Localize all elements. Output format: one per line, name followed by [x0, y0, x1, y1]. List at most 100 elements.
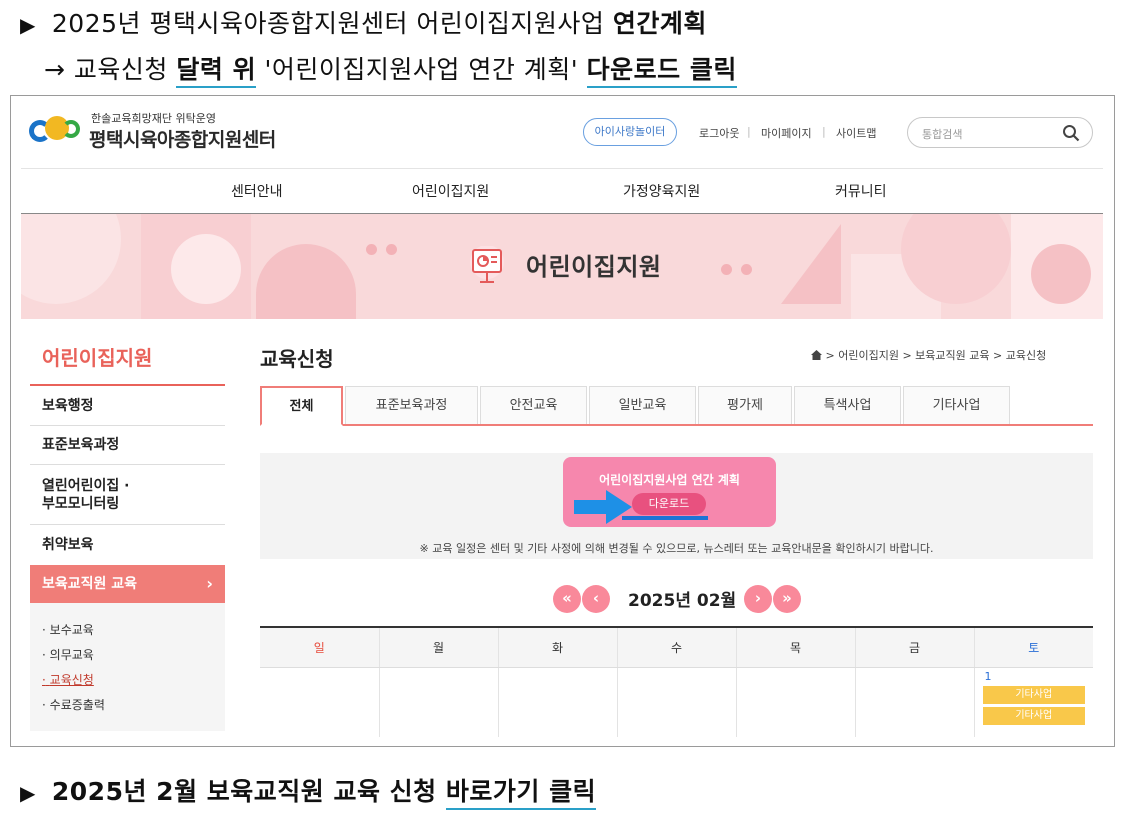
instruction-text: 2025년 2월 보육교직원 교육 신청 [51, 777, 446, 806]
presentation-icon [470, 246, 504, 283]
tab-special[interactable]: 특색사업 [794, 386, 901, 424]
triangle-icon: ▶ [20, 781, 36, 805]
calendar-cell [855, 667, 975, 737]
calendar-cell [617, 667, 737, 737]
instruction-text: 2025년 평택시육아종합지원센터 어린이집지원사업 [51, 9, 613, 38]
notice-text: ※ 교육 일정은 센터 및 기타 사정에 의해 변경될 수 있으므로, 뉴스레터… [419, 542, 934, 555]
prev-month-button[interactable]: ‹ [582, 585, 610, 613]
weekday-wed: 수 [617, 627, 737, 668]
crumb-item[interactable]: 보육교직원 교육 [915, 349, 989, 362]
bullet-icon: · [42, 623, 46, 637]
sidebar-item-vulnerable[interactable]: 취약보육 [30, 525, 225, 565]
util-separator: | [822, 125, 826, 138]
sidebar-item-label: 열린어린이집 · 부모모니터링 [42, 478, 130, 512]
page-title: 교육신청 [260, 347, 334, 371]
main-nav: 센터안내 어린이집지원 가정양육지원 커뮤니티 [21, 168, 1103, 214]
instruction-line-1: ▶ 2025년 평택시육아종합지원센터 어린이집지원사업 연간계획 [20, 4, 707, 40]
home-icon[interactable] [811, 350, 822, 360]
day-number: 1 [984, 669, 992, 683]
last-month-button[interactable]: » [773, 585, 801, 613]
mypage-link[interactable]: 마이페이지 [761, 125, 812, 141]
sidebar-item-admin[interactable]: 보육행정 [30, 386, 225, 426]
screenshot-frame: 한솔교육희망재단 위탁운영 평택시육아종합지원센터 아이사랑놀이터 로그아웃 |… [10, 95, 1115, 747]
nav-home-parenting[interactable]: 가정양육지원 [623, 181, 700, 201]
next-month-button[interactable]: › [744, 585, 772, 613]
site-header: 한솔교육희망재단 위탁운영 평택시육아종합지원센터 아이사랑놀이터 로그아웃 |… [11, 96, 1114, 168]
tab-evaluation[interactable]: 평가제 [698, 386, 792, 424]
weekday-tue: 화 [498, 627, 618, 668]
breadcrumb: > 어린이집지원 > 보육교직원 교육 > 교육신청 [811, 347, 1046, 363]
instruction-line-3: ▶ 2025년 2월 보육교직원 교육 신청 바로가기 클릭 [20, 772, 597, 810]
weekday-thu: 목 [736, 627, 856, 668]
bullet-icon: · [42, 673, 46, 687]
weekday-sat: 토 [974, 627, 1093, 668]
instruction-text: 교육신청 [73, 55, 177, 84]
tab-general[interactable]: 일반교육 [589, 386, 696, 424]
shortcut-click-text: 바로가기 클릭 [445, 777, 597, 810]
arrow-right-icon: → [44, 55, 66, 84]
submenu-item-certificate[interactable]: · 수료증출력 [42, 696, 105, 713]
calendar-cell [379, 667, 499, 737]
sidebar-title: 어린이집지원 [42, 346, 153, 370]
util-separator: | [747, 125, 751, 138]
crumb-item[interactable]: 교육신청 [1006, 349, 1046, 362]
calendar-cell [260, 667, 380, 737]
nav-daycare-support[interactable]: 어린이집지원 [412, 181, 489, 201]
tabs-underline [260, 424, 1093, 426]
submenu-item-mandatory[interactable]: · 의무교육 [42, 646, 94, 663]
search-icon[interactable] [1062, 124, 1080, 142]
first-month-button[interactable]: « [553, 585, 581, 613]
download-click-text: 다운로드 클릭 [586, 55, 737, 88]
nav-community[interactable]: 커뮤니티 [835, 181, 887, 201]
calendar-cell [498, 667, 618, 737]
logo-icon[interactable] [29, 110, 85, 150]
calendar-cell [736, 667, 856, 737]
tab-all[interactable]: 전체 [260, 386, 343, 426]
submenu-item-refresher[interactable]: · 보수교육 [42, 621, 94, 638]
sidebar-item-standard[interactable]: 표준보육과정 [30, 426, 225, 465]
instruction-text: '어린이집지원사업 연간 계획' [256, 55, 587, 84]
playground-button[interactable]: 아이사랑놀이터 [583, 118, 677, 146]
crumb-item[interactable]: 어린이집지원 [838, 349, 899, 362]
sidebar-item-teacher-training[interactable]: 보육교직원 교육 › [30, 565, 225, 603]
tab-safety[interactable]: 안전교육 [480, 386, 587, 424]
logo-title[interactable]: 평택시육아종합지원센터 [89, 125, 276, 152]
triangle-icon: ▶ [20, 13, 36, 37]
tab-etc[interactable]: 기타사업 [903, 386, 1010, 424]
bullet-icon: · [42, 648, 46, 662]
weekday-sun: 일 [260, 627, 380, 668]
event-badge[interactable]: 기타사업 [982, 706, 1085, 725]
event-badge[interactable]: 기타사업 [982, 685, 1085, 704]
tab-standard-curriculum[interactable]: 표준보육과정 [345, 386, 478, 424]
calendar-table: 일 월 화 수 목 금 토 1 기타사업 기타사업 [260, 626, 1093, 737]
nav-center-info[interactable]: 센터안내 [231, 181, 283, 201]
crumb-separator: > [993, 349, 1003, 362]
logout-link[interactable]: 로그아웃 [699, 125, 739, 141]
chevron-right-icon: › [206, 574, 213, 593]
sitemap-link[interactable]: 사이트맵 [836, 125, 876, 141]
annual-plan-title: 어린이집지원사업 연간 계획 [599, 473, 740, 487]
submenu-label: 교육신청 [49, 673, 94, 687]
calendar-cell: 1 기타사업 기타사업 [974, 667, 1093, 737]
crumb-separator: > [825, 349, 835, 362]
search-placeholder: 통합검색 [922, 128, 963, 141]
download-highlight-underline [622, 516, 708, 520]
download-button[interactable]: 다운로드 [632, 493, 706, 515]
submenu-item-apply[interactable]: · 교육신청 [42, 671, 94, 688]
bullet-icon: · [42, 698, 46, 712]
submenu-label: 보수교육 [49, 623, 94, 637]
weekday-fri: 금 [855, 627, 975, 668]
logo-subtitle: 한솔교육희망재단 위탁운영 [91, 112, 216, 125]
banner-title: 어린이집지원 [526, 253, 662, 281]
weekday-mon: 월 [379, 627, 499, 668]
sidebar-item-label: 보육교직원 교육 [42, 576, 138, 592]
sidebar-item-open-daycare[interactable]: 열린어린이집 · 부모모니터링 [30, 465, 225, 525]
submenu-label: 수료증출력 [49, 698, 105, 712]
search-input[interactable]: 통합검색 [907, 117, 1093, 148]
calendar-month: 2025년 02월 [628, 591, 737, 611]
submenu-label: 의무교육 [49, 648, 94, 662]
page-banner: 어린이집지원 [21, 214, 1103, 319]
crumb-separator: > [902, 349, 912, 362]
calendar-link-text: 달력 위 [176, 55, 257, 88]
sidebar-submenu: · 보수교육 · 의무교육 · 교육신청 · 수료증출력 [30, 603, 225, 731]
